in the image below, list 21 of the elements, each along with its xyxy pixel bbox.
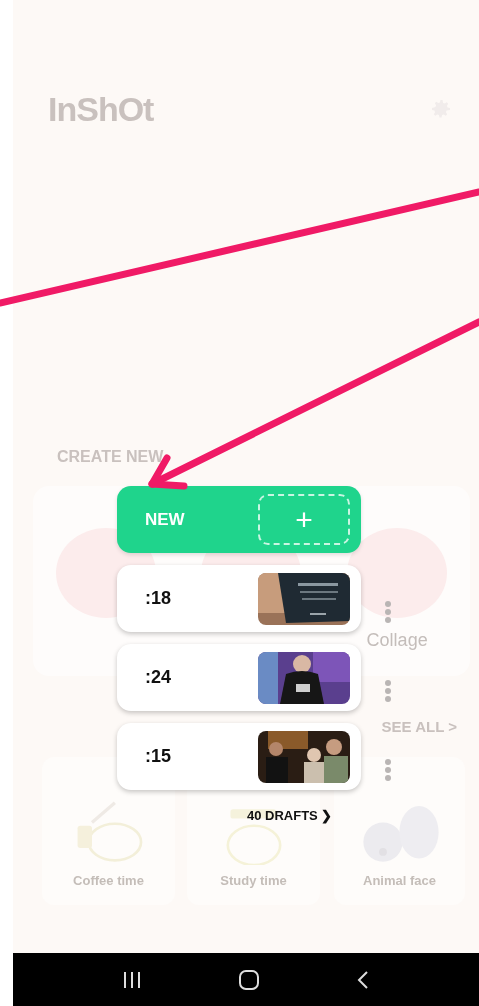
home-icon[interactable]	[239, 969, 259, 990]
section-title: CREATE NEW	[57, 448, 164, 466]
back-icon[interactable]	[356, 969, 371, 990]
draft-duration: :18	[145, 588, 171, 609]
more-icon[interactable]	[385, 758, 391, 781]
draft-card[interactable]: :24	[117, 644, 361, 711]
draft-card[interactable]: :18	[117, 565, 361, 632]
material-card[interactable]: Animal face	[334, 757, 465, 905]
recent-apps-icon[interactable]	[121, 970, 142, 989]
draft-duration: :24	[145, 667, 171, 688]
material-label: Study time	[220, 873, 287, 888]
more-icon[interactable]	[385, 679, 391, 702]
draft-card[interactable]: :15	[117, 723, 361, 790]
tile-label[interactable]: Collage	[366, 630, 428, 651]
add-icon: +	[258, 494, 350, 545]
material-label: Coffee time	[73, 873, 144, 888]
see-all-link[interactable]: SEE ALL >	[381, 718, 457, 735]
app-logo: InShOt	[48, 89, 154, 129]
new-button[interactable]: NEW +	[117, 486, 361, 553]
material-label: Animal face	[363, 873, 436, 888]
more-icon[interactable]	[385, 600, 391, 623]
